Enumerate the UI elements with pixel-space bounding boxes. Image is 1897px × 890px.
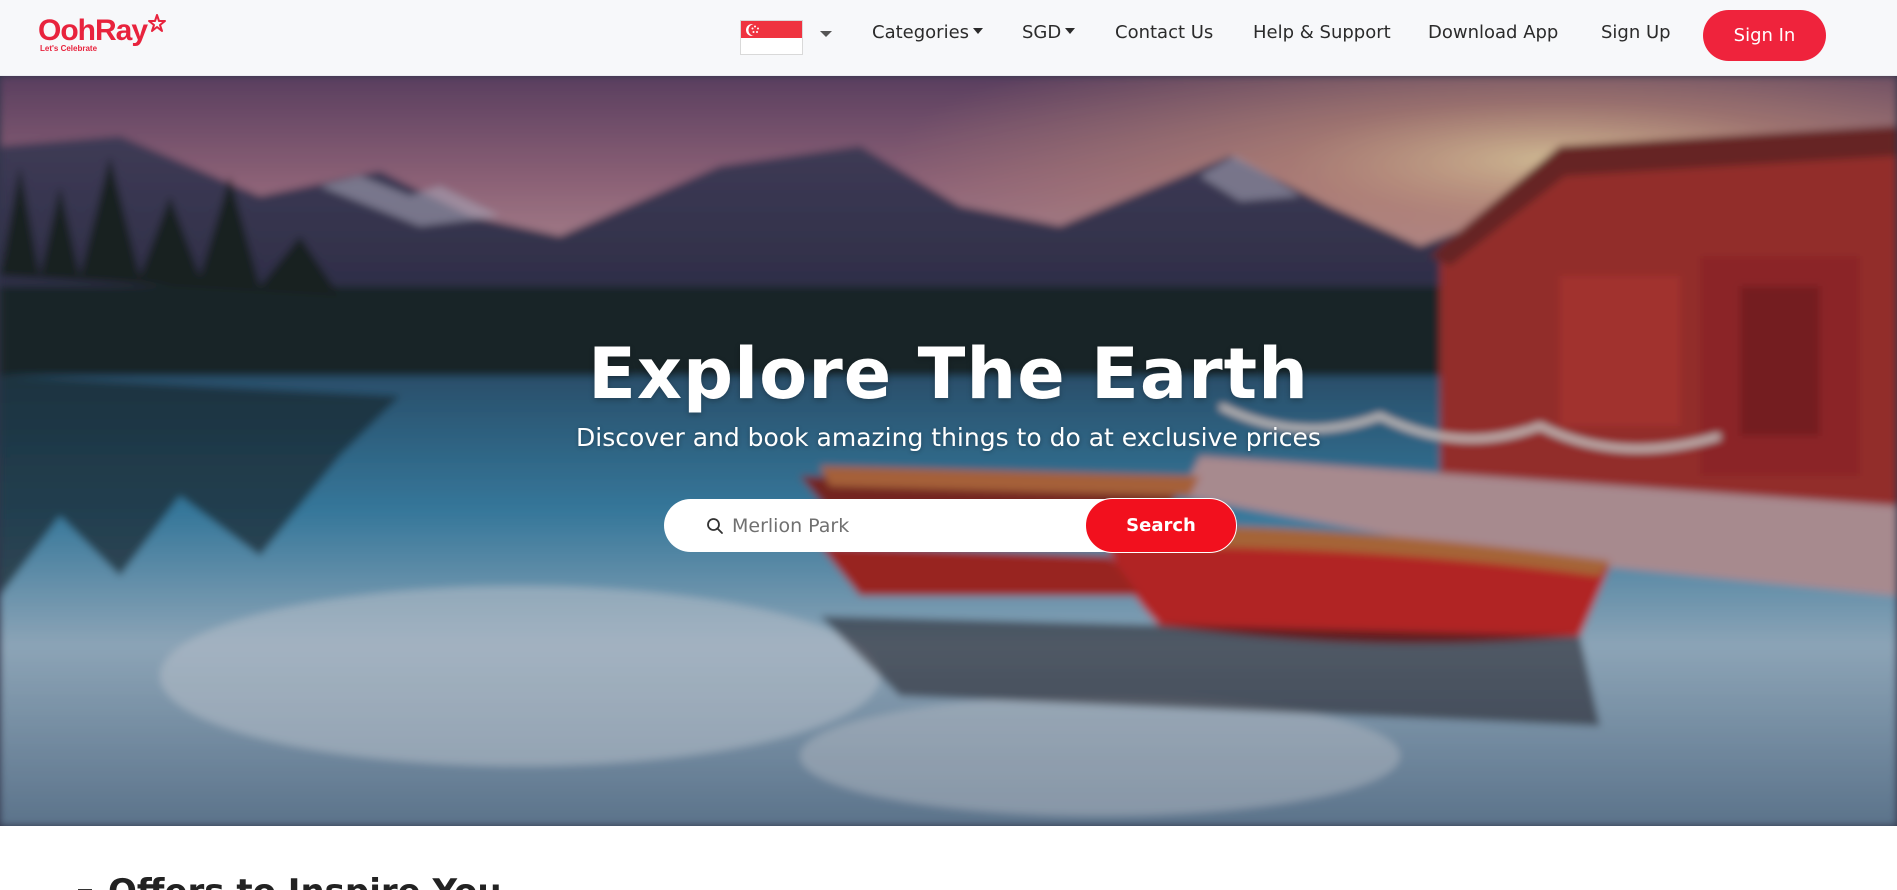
search-button[interactable]: Search (1085, 498, 1237, 553)
nav-sign-up[interactable]: Sign Up (1601, 20, 1671, 46)
brand-tagline: Let's Celebrate (40, 44, 98, 53)
brand-logo[interactable]: OohRay Let's Celebrate (38, 14, 170, 53)
singapore-flag-icon (746, 24, 761, 36)
chevron-down-icon[interactable] (820, 31, 832, 37)
caret-down-icon (1065, 28, 1076, 34)
hero-subtitle: Discover and book amazing things to do a… (576, 423, 1321, 452)
sparkle-icon (148, 14, 166, 32)
sign-in-button[interactable]: Sign In (1703, 10, 1826, 61)
nav-contact-us[interactable]: Contact Us (1115, 20, 1213, 46)
caret-down-icon (973, 28, 984, 34)
site-header: OohRay Let's Celebrate Categories SGD Co… (0, 0, 1897, 76)
nav-help-support[interactable]: Help & Support (1253, 20, 1391, 46)
nav-currency[interactable]: SGD (1022, 20, 1076, 46)
hero-banner: Explore The Earth Discover and book amaz… (0, 76, 1897, 826)
offers-section: Offers to Inspire You (0, 826, 1897, 890)
search-input[interactable] (732, 508, 1072, 544)
hero-title: Explore The Earth (588, 333, 1309, 415)
search-bar: Search (664, 498, 1237, 553)
nav-categories[interactable]: Categories (872, 20, 984, 46)
country-flag-selector[interactable] (740, 20, 803, 55)
nav-categories-label: Categories (872, 22, 970, 43)
nav-currency-label: SGD (1022, 22, 1062, 43)
nav-download-app[interactable]: Download App (1428, 20, 1558, 46)
list-icon (78, 889, 92, 890)
offers-title: Offers to Inspire You (108, 870, 502, 890)
search-icon (707, 518, 723, 534)
brand-name: OohRay (38, 14, 148, 47)
